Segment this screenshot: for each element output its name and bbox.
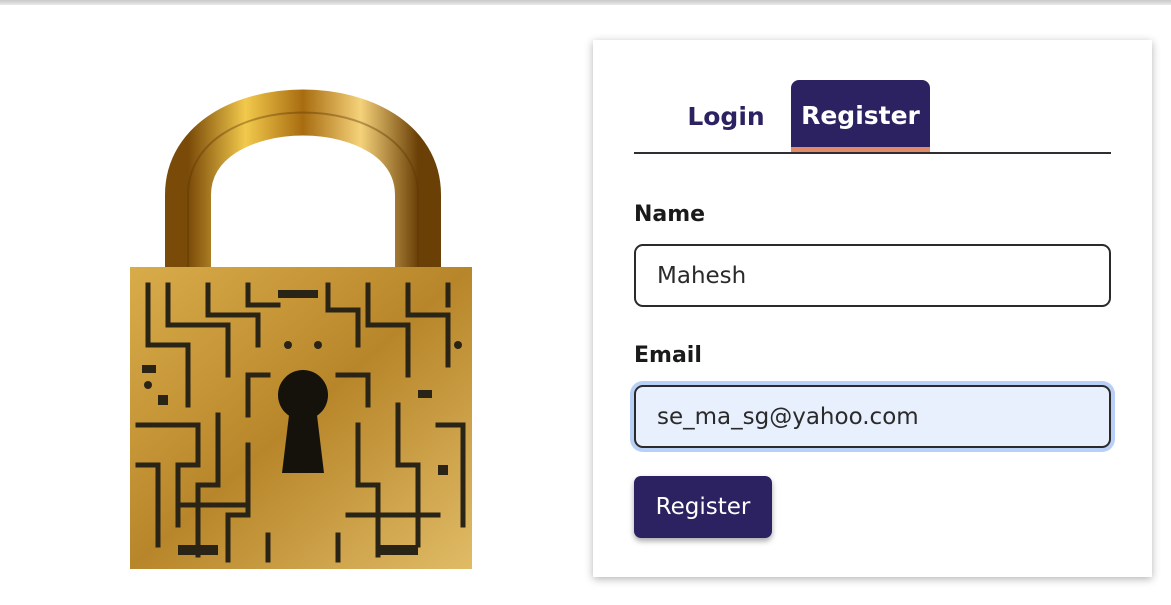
name-input[interactable] [634,244,1111,307]
padlock-circuit-icon [130,89,472,569]
auth-card: Login Register Name Email Register [593,40,1152,577]
email-input[interactable] [634,385,1111,448]
register-button[interactable]: Register [634,476,772,538]
page: Login Register Name Email Register [0,0,1171,605]
name-label: Name [634,202,706,227]
tab-register[interactable]: Register [791,80,930,152]
email-label: Email [634,343,702,368]
window-top-edge [0,0,1171,5]
auth-tabs: Login Register [634,80,1111,154]
tab-login[interactable]: Login [666,80,786,152]
